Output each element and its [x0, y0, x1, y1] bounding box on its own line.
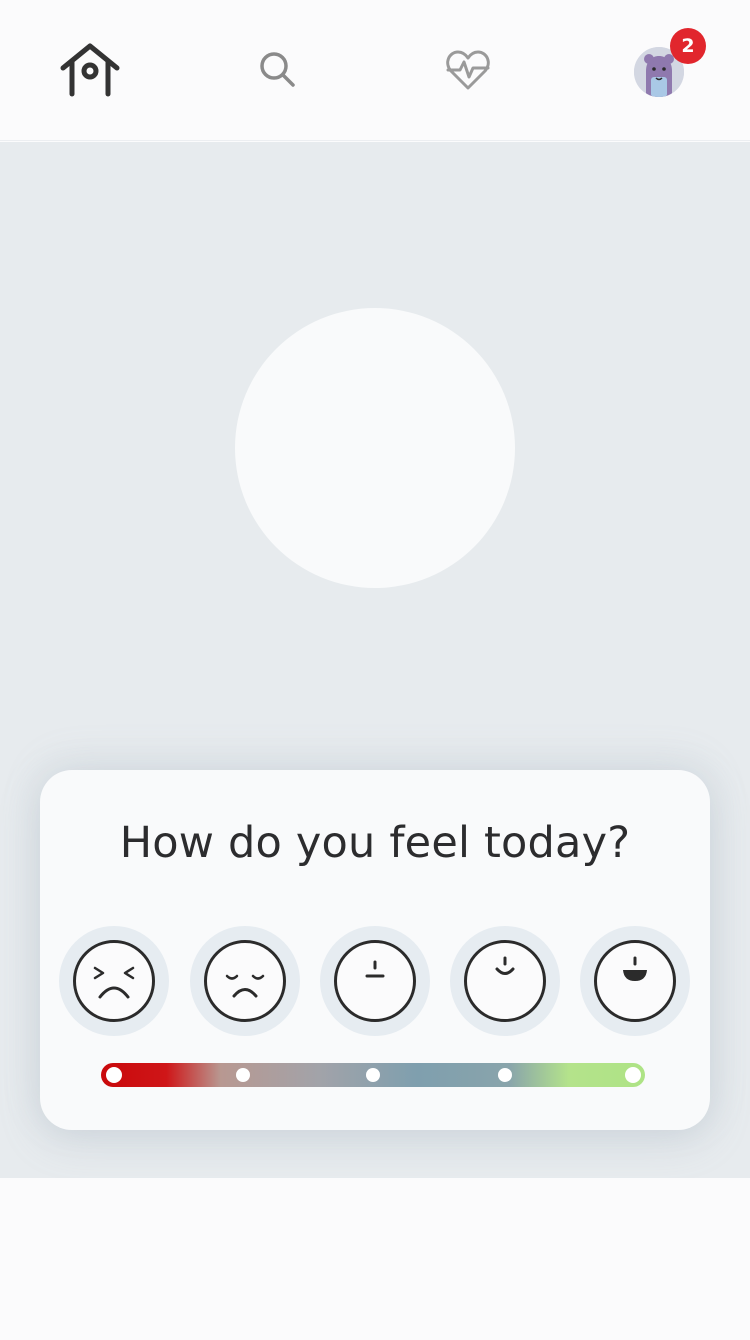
scale-point-3[interactable]: [366, 1068, 380, 1082]
heartbeat-icon: [445, 49, 491, 91]
mood-scale-slider[interactable]: [101, 1063, 645, 1087]
mood-question-title: How do you feel today?: [119, 818, 631, 868]
home-icon: [59, 42, 121, 98]
search-nav-button[interactable]: [244, 36, 312, 104]
mood-check-in-card: How do you feel today?: [40, 770, 710, 1130]
hero-placeholder-circle: [235, 308, 515, 588]
mood-option-happy[interactable]: [450, 926, 560, 1036]
neutral-face-icon: [334, 940, 416, 1022]
scale-point-2[interactable]: [236, 1068, 250, 1082]
home-nav-button[interactable]: [56, 36, 124, 104]
happy-face-icon: [464, 940, 546, 1022]
very-happy-face-icon: [594, 940, 676, 1022]
mood-option-miserable[interactable]: [59, 926, 169, 1036]
health-nav-button[interactable]: [434, 36, 502, 104]
top-navigation-bar: 2: [0, 0, 750, 140]
mood-option-sad[interactable]: [190, 926, 300, 1036]
notification-badge: 2: [670, 28, 706, 64]
mood-option-very-happy[interactable]: [580, 926, 690, 1036]
miserable-face-icon: [73, 940, 155, 1022]
scale-point-5[interactable]: [625, 1067, 641, 1083]
bottom-panel: [0, 1178, 750, 1340]
scale-point-1[interactable]: [106, 1067, 122, 1083]
scale-point-4[interactable]: [498, 1068, 512, 1082]
search-icon: [258, 50, 298, 90]
mood-option-neutral[interactable]: [320, 926, 430, 1036]
sad-face-icon: [204, 940, 286, 1022]
